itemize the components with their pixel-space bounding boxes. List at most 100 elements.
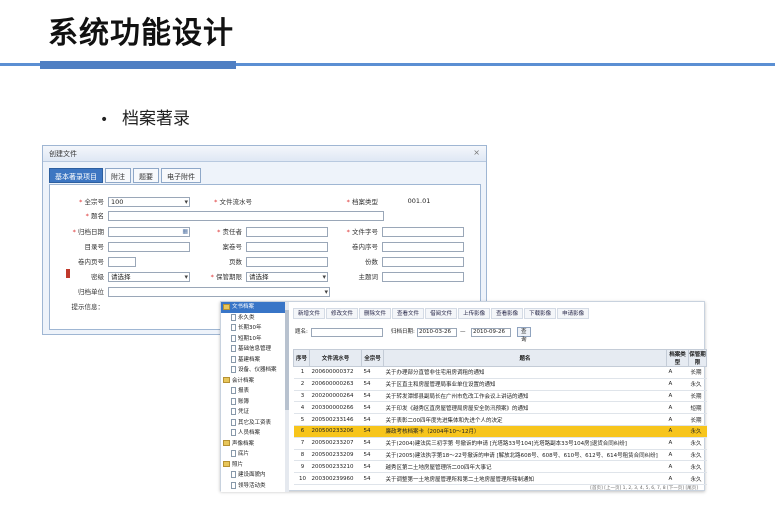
tree-node-label: 永久类 [238,314,255,321]
table-cell: 200200000264 [309,390,362,403]
tree-node-label: 凭证 [238,409,250,415]
tab-attachments[interactable]: 电子附件 [161,168,201,183]
miji-select[interactable]: 请选择 [108,272,190,282]
slide-title: 系统功能设计 [48,16,234,51]
column-header[interactable]: 档案类型 [666,349,689,367]
tree-scrollbar[interactable] [285,302,289,492]
table-row[interactable]: 2 200600000263 54 关于区直主和房屋管理局事业单位设置的通知 A 永久 [293,378,707,391]
wenjianzihao-input[interactable] [382,227,464,237]
title-filter-input[interactable] [311,328,383,337]
column-header[interactable]: 保管期限 [688,349,707,367]
file-toolbar: 新增文件 修改文件 删除文件 查看文件 借阅文件 上传影像 查看影像 下载影像 申请影像 [293,308,590,320]
tree-node[interactable]: 文书档案 [221,302,288,313]
table-row[interactable]: 8 200500233209 54 关于(2005)建法执字第18～22号撤诉的申请 … [293,449,707,462]
tree-node[interactable]: 基础信息管理 [221,344,288,355]
table-row[interactable]: 1 200600000372 54 关于办理部分直管非住宅用房调租的通知 A 长期 [293,366,707,379]
toolbar-button[interactable]: 查看文件 [392,308,425,319]
folder-icon [223,461,230,467]
table-cell: A [666,437,689,450]
table-cell: 200500233207 [309,437,362,450]
toolbar-button[interactable]: 删除文件 [359,308,392,319]
date-to-input[interactable]: 2010-09-26 [471,328,511,337]
fenshu-input[interactable] [382,257,464,267]
table-cell: 200600000372 [309,366,362,379]
tree-node-label: 照片 [232,461,244,468]
tree-node[interactable]: 基建档案 [221,355,288,366]
tree-node[interactable]: 永久类 [221,313,288,324]
date-from-input[interactable]: 2010-03-26 [417,328,457,337]
bullet-item: • 档案著录 [100,104,190,129]
document-icon [231,408,236,415]
tree-node[interactable]: 长期30年 [221,323,288,334]
mulu-input[interactable] [108,242,190,252]
table-row[interactable]: 4 200300000266 54 关于印发《越秀区直房屋管理局房屋安全防汛预案》的通… [293,401,707,415]
tree-node[interactable]: 其它及工资表 [221,418,288,429]
toolbar-button[interactable]: 借阅文件 [425,308,458,319]
table-row[interactable]: 5 200500233146 54 关于表彰二00四年度先进集体和先进个人的决定 A 长期 [293,413,707,426]
label-juanneiyehao: 卷内页号 [78,258,104,266]
timing-input[interactable] [108,211,384,221]
zhutici-input[interactable] [382,272,464,282]
toolbar-button[interactable]: 申请影像 [557,308,590,319]
document-icon [231,397,236,405]
tree-node[interactable]: 底片 [221,449,288,460]
table-row[interactable]: 6 200500233206 54 廉政考核档案卡（2004年10～12月） A 永久 [293,425,707,438]
tab-basic[interactable]: 基本著录项目 [49,168,103,183]
tab-abstract[interactable]: 题要 [133,168,159,183]
bullet-dot-icon: • [100,112,109,128]
table-cell: 5 [293,413,310,426]
tree-node[interactable]: 建设面貌内 [221,470,288,481]
juanneixuhao-input[interactable] [382,242,464,252]
toolbar-button[interactable]: 查看影像 [491,308,524,319]
tree-node[interactable]: 报表 [221,386,288,397]
tree-node[interactable]: 设备、仪器档案 [221,365,288,376]
toolbar-button[interactable]: 上传影像 [458,308,491,319]
tree-node[interactable]: 短期10年 [221,334,288,345]
label-yeshu: 页数 [229,258,242,266]
zerenzhe-input[interactable] [246,227,328,237]
folder-icon [223,377,230,383]
tree-node[interactable]: 人员档案 [221,428,288,439]
pagination[interactable]: [首页] [上一页] 1, 2, 3, 4, 5, 6, 7, 8 [下一页] … [590,485,698,491]
toolbar-button[interactable]: 修改文件 [326,308,359,319]
tree-node[interactable]: 领导活动类 [221,481,288,492]
column-header[interactable]: 序号 [293,349,310,367]
tree-node[interactable]: 会计档案 [221,376,288,387]
baoguanqixian-select[interactable]: 请选择 [246,272,328,282]
table-cell: A [666,472,689,485]
toolbar-button[interactable]: 新增文件 [293,308,326,319]
table-cell: 关于区直主和房屋管理局事业单位设置的通知 [383,378,667,391]
label-zhutici: 主题词 [358,273,379,281]
bullet-text: 档案著录 [122,109,190,129]
table-cell: 200500233146 [309,413,362,426]
tree-scrollbar-thumb[interactable] [285,310,289,410]
search-button[interactable]: 查询 [517,327,531,343]
guidangriqi-date-input[interactable] [108,227,190,237]
table-cell: A [666,390,689,403]
table-cell: 长期 [688,366,707,379]
table-row[interactable]: 7 200500233207 54 关于(2004)建法民三初字第 号撤诉的申请 [光… [293,437,707,450]
guidangdanwei-select[interactable] [108,287,330,297]
table-row[interactable]: 9 200500233210 54 越秀区第二土地房屋管理所二00四年大事记 A 永久 [293,460,707,474]
table-cell: A [666,401,689,415]
tree-node[interactable]: 凭证 [221,407,288,418]
tab-notes[interactable]: 附注 [105,168,131,183]
close-icon[interactable]: × [473,148,480,157]
table-cell: A [666,413,689,426]
table-row[interactable]: 10 200300239960 54 关于调整第一土地房屋管理所和第二土地房屋管理所辖… [293,472,707,485]
column-header[interactable]: 文件流水号 [309,349,362,367]
tree-node[interactable]: 照片 [221,460,288,471]
anjuan-input[interactable] [246,242,328,252]
tree-node[interactable]: 账簿 [221,397,288,408]
column-header[interactable]: 全宗号 [361,349,384,367]
toolbar-button[interactable]: 下载影像 [524,308,557,319]
juanneiyehao-input[interactable] [108,257,136,267]
tree-node[interactable]: 声像档案 [221,439,288,450]
column-header[interactable]: 题名 [383,349,667,367]
label-fenshu: 份数 [365,258,378,266]
quanzonghao-select[interactable]: 100 [108,197,190,207]
yeshu-input[interactable] [246,257,328,267]
table-row[interactable]: 3 200200000264 54 关于转发潭邯县副局长在广州市危改工作会议上讲话的通… [293,390,707,403]
table-cell: 4 [293,401,310,415]
label-zerenzhe: * 责任者 [217,228,242,236]
